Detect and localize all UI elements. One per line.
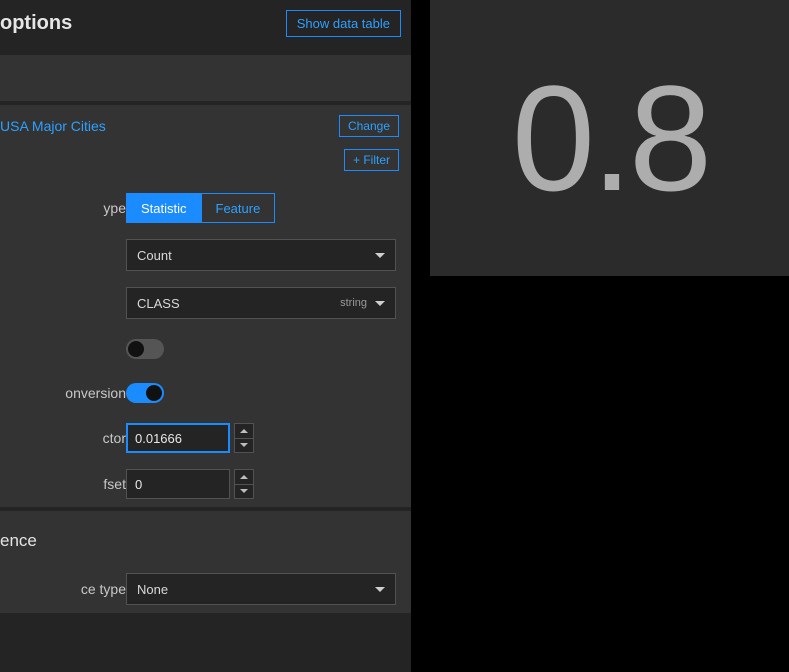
field-select[interactable]: CLASS string: [126, 287, 396, 319]
factor-step-down[interactable]: [234, 439, 254, 454]
split-by-row: [0, 327, 411, 371]
panel-title: options: [0, 12, 72, 35]
toggle-knob: [146, 385, 162, 401]
offset-row: fset: [0, 461, 411, 507]
chevron-up-icon: [240, 475, 248, 479]
conversion-toggle[interactable]: [126, 383, 164, 403]
chevron-down-icon: [240, 489, 248, 493]
factor-input[interactable]: [126, 423, 230, 453]
statistic-select-value: Count: [137, 248, 172, 263]
factor-step-up[interactable]: [234, 423, 254, 439]
reference-type-label: ce type: [0, 581, 126, 597]
preview-area: 0.8: [412, 0, 789, 672]
chevron-down-icon: [240, 443, 248, 447]
reference-type-select[interactable]: None: [126, 573, 396, 605]
offset-step-up[interactable]: [234, 469, 254, 485]
indicator-value: 0.8: [512, 63, 709, 213]
split-by-toggle[interactable]: [126, 339, 164, 359]
reference-heading: ence: [0, 531, 37, 550]
config-panel: options Show data table USA Major Cities…: [0, 0, 412, 672]
show-data-table-button[interactable]: Show data table: [286, 10, 401, 37]
factor-spinner: [126, 423, 254, 453]
value-type-statistic-button[interactable]: Statistic: [127, 194, 201, 222]
factor-row: ctor: [0, 415, 411, 461]
statistic-row: Count: [0, 231, 411, 279]
toggle-knob: [128, 341, 144, 357]
reference-type-row: ce type None: [0, 565, 411, 613]
change-layer-button[interactable]: Change: [339, 115, 399, 137]
field-select-value: CLASS: [137, 296, 180, 311]
value-type-row: ype Statistic Feature: [0, 185, 411, 231]
reference-heading-row: ence: [0, 511, 411, 565]
reference-block: ence ce type None: [0, 511, 411, 613]
field-select-type: string: [340, 297, 375, 309]
conversion-row: onversion: [0, 371, 411, 415]
offset-input[interactable]: [126, 469, 230, 499]
chevron-up-icon: [240, 429, 248, 433]
reference-type-value: None: [137, 582, 168, 597]
layer-name-link[interactable]: USA Major Cities: [0, 118, 106, 134]
statistic-select[interactable]: Count: [126, 239, 396, 271]
indicator-card: 0.8: [430, 0, 789, 276]
panel-header: options Show data table: [0, 0, 411, 55]
source-block: [0, 55, 411, 101]
add-filter-button[interactable]: + Filter: [344, 149, 399, 171]
field-row: CLASS string: [0, 279, 411, 327]
offset-step-down[interactable]: [234, 485, 254, 500]
offset-label: fset: [0, 476, 126, 492]
value-type-label: ype: [0, 200, 126, 216]
factor-label: ctor: [0, 430, 126, 446]
value-type-feature-button[interactable]: Feature: [201, 194, 275, 222]
chevron-down-icon: [375, 253, 385, 258]
value-type-segmented: Statistic Feature: [126, 193, 275, 223]
chevron-down-icon: [375, 587, 385, 592]
chevron-down-icon: [375, 301, 385, 306]
layer-block: USA Major Cities Change + Filter ype Sta…: [0, 105, 411, 507]
offset-spinner: [126, 469, 254, 499]
conversion-label: onversion: [0, 385, 126, 401]
